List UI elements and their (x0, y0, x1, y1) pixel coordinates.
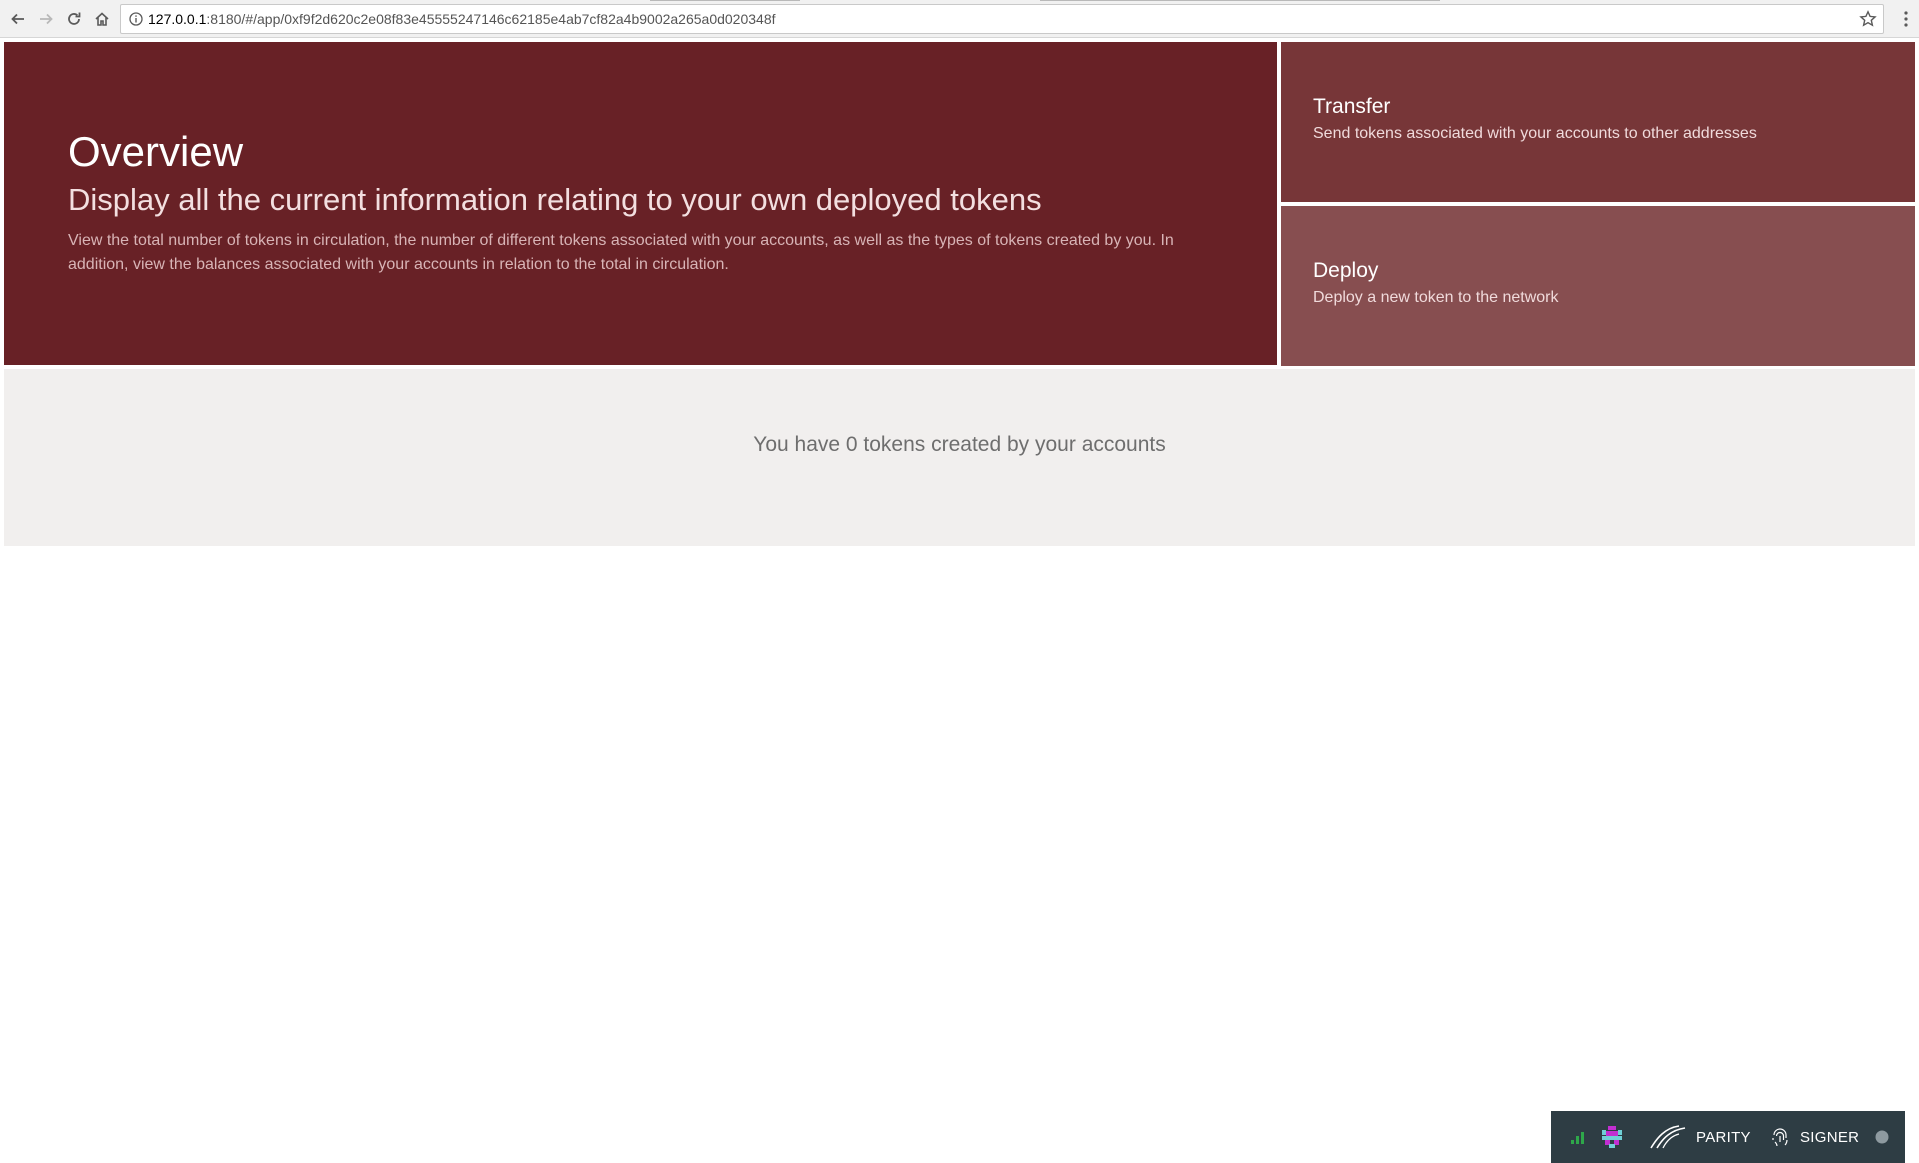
tab-edge (650, 0, 800, 1)
back-arrow-icon (11, 13, 24, 25)
fingerprint-icon (1772, 1128, 1788, 1147)
page-subtitle: Display all the current information rela… (68, 182, 1042, 217)
parity-status-bar: PARITY SIGNER (1551, 1111, 1905, 1163)
account-identicon[interactable] (1600, 1111, 1624, 1163)
reload-button[interactable] (63, 8, 85, 30)
home-icon (95, 12, 109, 26)
tokens-summary-text: You have 0 tokens created by your accoun… (753, 433, 1166, 456)
star-icon[interactable] (1859, 10, 1877, 28)
reload-icon (68, 12, 81, 25)
signer-button[interactable]: SIGNER (1770, 1111, 1859, 1163)
url-host: 127.0.0.1 (148, 11, 207, 27)
forward-button[interactable] (35, 8, 57, 30)
page-title: Overview (68, 128, 244, 175)
home-button[interactable] (91, 8, 113, 30)
status-dot-icon (1875, 1130, 1889, 1144)
url-path: :8180/#/app/0xf9f2d620c2e08f83e455552471… (206, 11, 776, 27)
page-description: View the total number of tokens in circu… (68, 232, 1174, 273)
tab-edge (1040, 0, 1440, 1)
deploy-title: Deploy (1313, 259, 1379, 282)
deploy-description: Deploy a new token to the network (1313, 289, 1559, 306)
overview-panel: Overview Display all the current informa… (4, 42, 1277, 365)
parity-label: PARITY (1696, 1128, 1751, 1146)
transfer-action-card[interactable]: Transfer Send tokens associated with you… (1281, 42, 1915, 202)
signal-indicator[interactable] (1570, 1111, 1586, 1163)
info-icon[interactable] (129, 12, 143, 26)
url-text[interactable]: 127.0.0.1:8180/#/app/0xf9f2d620c2e08f83e… (148, 5, 776, 33)
identicon-icon (1600, 1125, 1624, 1149)
signal-icon (1571, 1132, 1584, 1144)
browser-toolbar: 127.0.0.1:8180/#/app/0xf9f2d620c2e08f83e… (0, 0, 1919, 38)
signer-label: SIGNER (1800, 1128, 1860, 1146)
connection-status[interactable] (1875, 1111, 1889, 1163)
parity-button[interactable]: PARITY (1649, 1111, 1751, 1163)
parity-logo-icon (1650, 1125, 1686, 1149)
deploy-action-card[interactable]: Deploy Deploy a new token to the network (1281, 206, 1915, 366)
transfer-title: Transfer (1313, 95, 1391, 118)
transfer-description: Send tokens associated with your account… (1313, 125, 1757, 142)
forward-arrow-icon (40, 13, 53, 25)
tokens-summary-panel: You have 0 tokens created by your accoun… (4, 369, 1915, 546)
more-vert-icon[interactable] (1903, 10, 1909, 28)
address-bar[interactable]: 127.0.0.1:8180/#/app/0xf9f2d620c2e08f83e… (120, 4, 1884, 34)
back-button[interactable] (7, 8, 29, 30)
tab-strip (0, 0, 1919, 2)
